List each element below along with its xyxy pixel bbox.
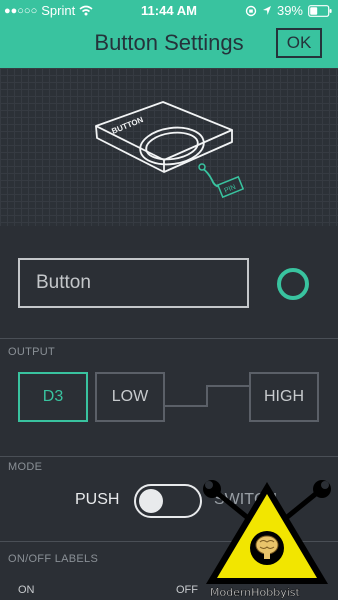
toggle-knob [139,489,163,513]
mode-section-label: MODE [8,461,43,473]
widget-name-input[interactable]: Button [18,258,249,308]
high-value-input[interactable]: HIGH [249,372,319,422]
color-picker-button[interactable] [277,268,309,300]
name-row: Button [0,226,338,338]
status-right: 39% [245,3,332,18]
device-illustration: BUTTON PIN [0,68,338,226]
battery-icon [308,4,332,17]
button-device-drawing: BUTTON PIN [95,101,245,199]
divider [0,338,338,339]
mode-toggle[interactable] [134,484,202,518]
push-mode-label: PUSH [75,491,120,508]
location-arrow-icon [262,6,271,15]
range-connector [165,385,251,407]
pin-select-button[interactable]: D3 [18,372,88,422]
orientation-lock-icon [245,5,257,16]
status-bar: ●●○○○ Sprint 11:44 AM 39% [0,0,338,22]
nav-bar: Button Settings OK [0,22,338,68]
output-section-label: OUTPUT [8,346,56,358]
on-label-input[interactable]: ON [18,584,35,596]
divider [0,456,338,457]
watermark-logo: ModernHobbyist [203,480,331,599]
low-value-input[interactable]: LOW [95,372,165,422]
onoff-section-label: ON/OFF LABELS [8,553,99,565]
ok-button[interactable]: OK [276,28,322,58]
watermark-text: ModernHobbyist [210,586,301,599]
off-label-input[interactable]: OFF [176,584,198,596]
battery-percent: 39% [276,3,303,18]
